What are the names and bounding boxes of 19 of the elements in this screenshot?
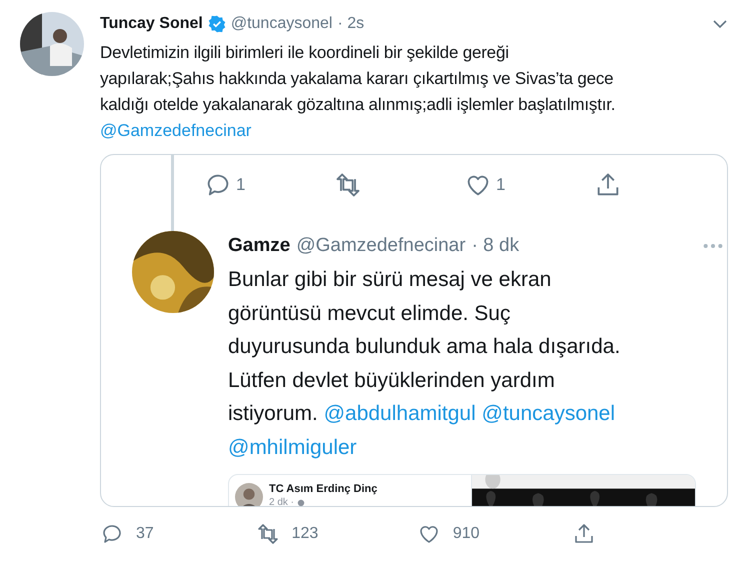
- timestamp[interactable]: · 2s: [337, 15, 364, 33]
- reply-handle: @Gamzedefnecinar: [296, 235, 466, 257]
- post-time: 2 dk ·: [269, 497, 294, 506]
- reply-text: Bunlar gibi bir sürü mesaj ve ekran görüntüsü mevcut elimde. Suç duyurusunda bulunduk ama hala dışarıda. Lütfen devlet büyüklerinden yardım istiyorum. @abdulhamitgul @tuncaysonel @mhilmiguler: [228, 267, 622, 460]
- reply-name: Gamze: [228, 235, 290, 257]
- mention-link[interactable]: @Gamzedefnecinar: [100, 121, 252, 140]
- reply-time: · 8 dk: [472, 235, 520, 257]
- reply-count: 37: [136, 525, 154, 543]
- mention-link: @tuncaysonel: [482, 402, 616, 425]
- author-name[interactable]: Tuncay Sonel: [100, 15, 203, 33]
- mention-link: @abdulhamitgul: [324, 402, 476, 425]
- reply-count: 1: [236, 175, 246, 195]
- post-author: TC Asım Erdinç Dinç: [269, 483, 378, 495]
- like-count: 910: [452, 525, 480, 543]
- like-count: 1: [496, 175, 506, 195]
- author-handle[interactable]: @tuncaysonel: [230, 15, 332, 33]
- tweet-text: Devletimizin ilgili birimleri ile koordineli bir şekilde gereği yapılarak;Şahıs hakkında yakalama kararı çıkartılmış ve Sivas’ta gece kaldığı otelde yakalanarak gözaltına alınmış;adli işlemler başlatılmıştır.: [100, 42, 616, 116]
- mention-link: @mhilmiguler: [228, 436, 357, 458]
- retweet-count: 123: [292, 525, 318, 543]
